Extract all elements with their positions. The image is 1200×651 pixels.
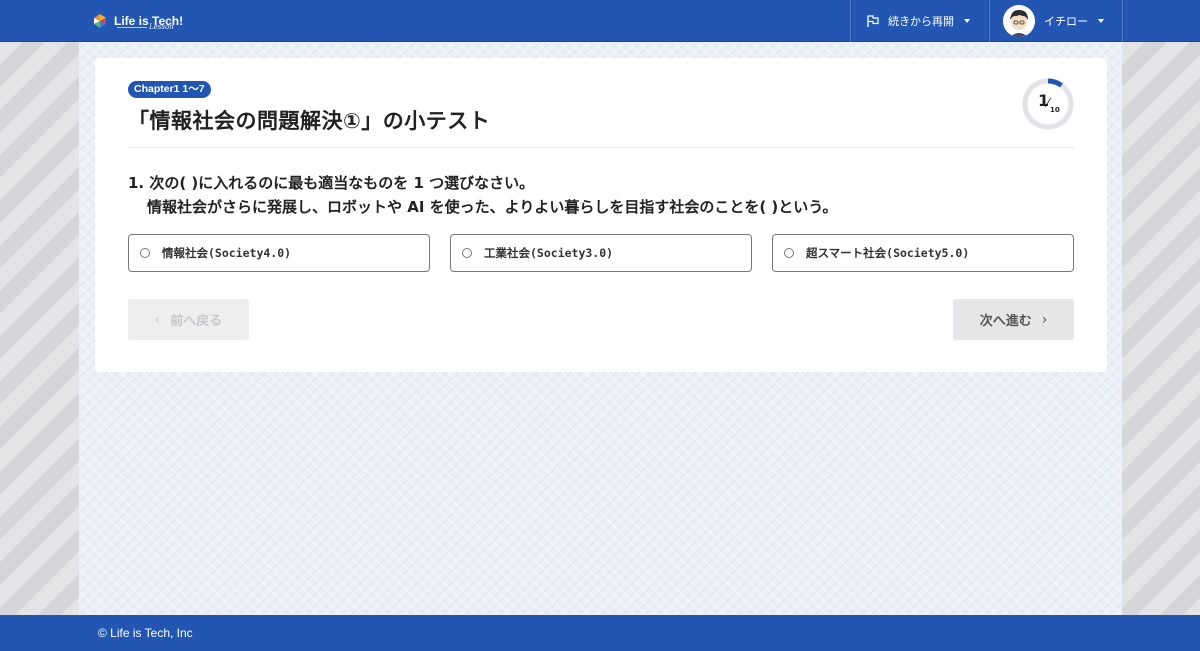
radio-icon[interactable] — [784, 248, 794, 258]
choice-group: 情報社会(Society4.0) 工業社会(Society3.0) 超スマート社… — [128, 234, 1074, 272]
question-line-1: 1. 次の( )に入れるのに最も適当なものを 1 つ選びなさい。 — [128, 174, 535, 192]
quiz-card: Chapter1 1～7 「情報社会の問題解決①」の小テスト 1 ⁄ 10 1.… — [95, 58, 1107, 372]
choice-label: 工業社会(Society3.0) — [484, 246, 614, 260]
progress-slash: ⁄ — [1047, 96, 1050, 110]
logo[interactable]: Life is Tech! Lesson — [92, 9, 183, 33]
resume-menu-button[interactable]: 続きから再開 — [851, 0, 989, 42]
next-label: 次へ進む — [979, 314, 1032, 329]
left-stripe-panel — [0, 42, 79, 615]
nav-separator — [1122, 0, 1123, 42]
radio-icon[interactable] — [140, 248, 150, 258]
quiz-title: 「情報社会の問題解決①」の小テスト — [128, 109, 491, 133]
logo-subtext: Lesson — [149, 23, 174, 31]
flag-icon — [867, 15, 879, 27]
chevron-down-icon — [964, 19, 970, 23]
choice-option-1[interactable]: 情報社会(Society4.0) — [128, 234, 430, 272]
divider — [128, 147, 1074, 148]
prev-label: 前へ戻る — [170, 314, 223, 329]
chapter-badge: Chapter1 1～7 — [128, 81, 211, 98]
logo-underline — [117, 27, 147, 28]
next-button[interactable]: 次へ進む › — [953, 299, 1074, 340]
copyright-text: © Life is Tech, Inc — [98, 626, 193, 640]
chevron-left-icon: ‹ — [154, 311, 161, 328]
progress-total: 10 — [1050, 106, 1060, 114]
chevron-right-icon: › — [1041, 311, 1048, 328]
progress-indicator: 1 ⁄ 10 — [1021, 77, 1075, 131]
question-text: 1. 次の( )に入れるのに最も適当なものを 1 つ選びなさい。 情報社会がさら… — [128, 171, 837, 219]
user-menu-button[interactable]: イチロー — [990, 0, 1122, 42]
right-stripe-panel — [1122, 42, 1200, 615]
top-navbar: Life is Tech! Lesson 続きから再開 イチロー — [0, 0, 1200, 42]
logo-icon — [94, 14, 106, 28]
chevron-down-icon — [1098, 19, 1104, 23]
resume-label: 続きから再開 — [888, 15, 954, 28]
choice-option-2[interactable]: 工業社会(Society3.0) — [450, 234, 752, 272]
choice-label: 情報社会(Society4.0) — [162, 246, 292, 260]
radio-icon[interactable] — [462, 248, 472, 258]
question-line-2: 情報社会がさらに発展し、ロボットや AI を使った、よりよい暮らしを目指す社会の… — [147, 198, 838, 216]
avatar — [1003, 5, 1035, 37]
prev-button[interactable]: ‹ 前へ戻る — [128, 299, 249, 340]
footer: © Life is Tech, Inc — [0, 615, 1200, 651]
avatar-icon — [1003, 5, 1035, 37]
choice-option-3[interactable]: 超スマート社会(Society5.0) — [772, 234, 1074, 272]
user-name: イチロー — [1044, 15, 1088, 28]
choice-label: 超スマート社会(Society5.0) — [806, 246, 970, 260]
